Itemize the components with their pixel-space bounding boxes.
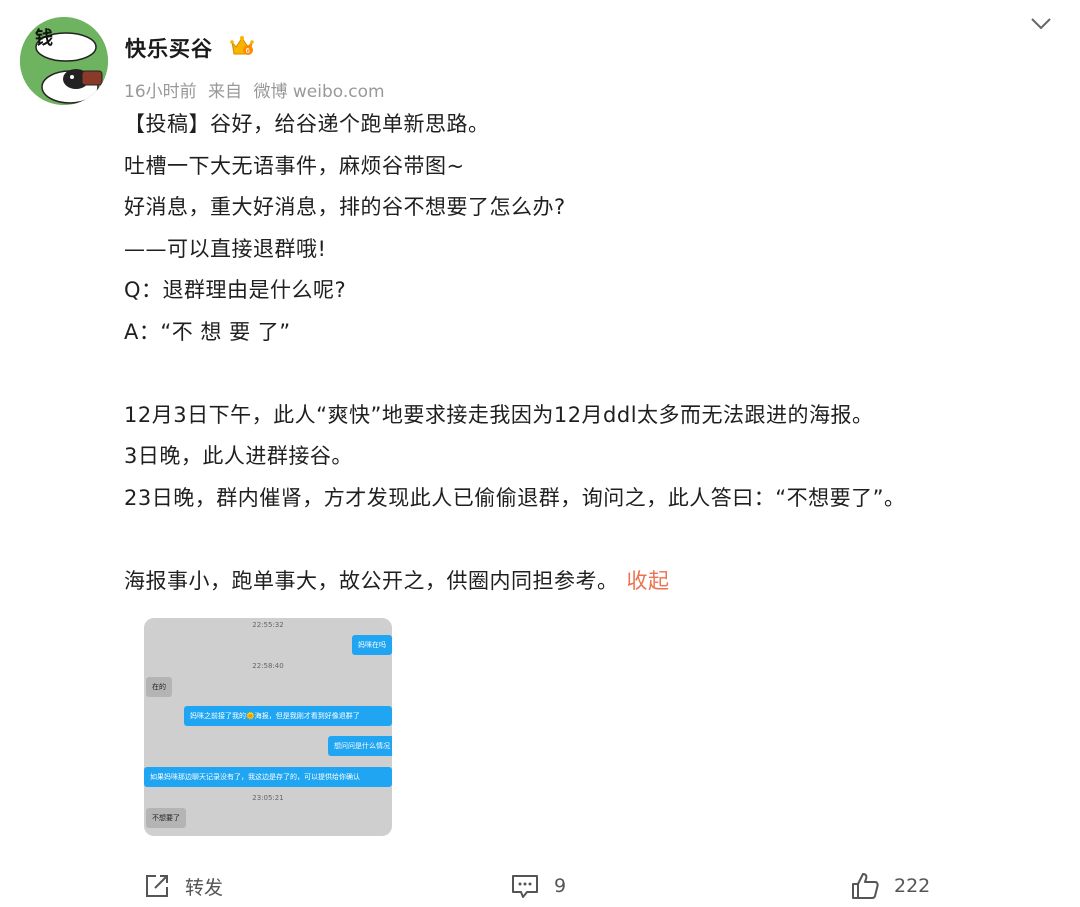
- comment-icon: [512, 875, 538, 898]
- post-time[interactable]: 16小时前: [124, 82, 197, 102]
- chat-timestamp: 22:55:32: [252, 621, 284, 629]
- content-line: 23日晚，群内催肾，方才发现此人已偷偷退群，询问之，此人答曰：“不想要了”。: [124, 485, 906, 510]
- author-name[interactable]: 快乐买谷: [125, 33, 213, 63]
- chat-bubble-sent: 想问问是什么情况: [328, 736, 392, 756]
- chat-bubble-received: 不想要了: [146, 808, 186, 828]
- post-meta: 16小时前 来自 微博 weibo.com: [124, 77, 391, 102]
- repost-icon: [146, 875, 168, 897]
- chat-timestamp: 23:05:21: [252, 794, 284, 802]
- content-line: 海报事小，跑单事大，故公开之，供圈内同担参考。: [124, 568, 619, 593]
- collapse-link[interactable]: 收起: [627, 569, 670, 593]
- content-line-last: 海报事小，跑单事大，故公开之，供圈内同担参考。 收起: [124, 561, 1054, 603]
- post-source: 微博 weibo.com: [253, 82, 385, 102]
- avatar[interactable]: 钱: [20, 17, 108, 105]
- chat-timestamp: 22:58:40: [252, 662, 284, 670]
- thumbs-up-icon: [852, 873, 879, 899]
- like-button[interactable]: 222: [850, 870, 930, 902]
- post-image-chat-screenshot[interactable]: 22:55:32 妈咪在吗 22:58:40 在的 妈咪之前接了我的🌞海报，但是…: [144, 618, 392, 836]
- chevron-down-icon[interactable]: [1028, 12, 1054, 34]
- crown-vip-icon: 6: [230, 36, 254, 55]
- post-content: 【投稿】谷好，给谷递个跑单新思路。 吐槽一下大无语事件，麻烦谷带图~ 好消息，重…: [124, 104, 1054, 602]
- like-count: 222: [894, 875, 931, 897]
- repost-label: 转发: [185, 876, 224, 899]
- chat-bubble-received: 在的: [146, 677, 172, 697]
- post-source-prefix: 来自: [208, 82, 243, 102]
- chat-bubble-sent: 妈咪之前接了我的🌞海报，但是我刚才看到好像退群了: [184, 706, 392, 726]
- chat-bubble-sent: 如果妈咪那边聊天记录没有了，我这边是存了的，可以提供给你确认: [144, 767, 392, 787]
- content-line: 3日晚，此人进群接谷。: [124, 444, 353, 468]
- content-line: 好消息，重大好消息，排的谷不想要了怎么办?: [124, 195, 566, 219]
- content-blank-line: [124, 353, 1054, 395]
- comment-count: 9: [554, 875, 567, 897]
- content-line: 【投稿】谷好，给谷递个跑单新思路。: [124, 112, 490, 136]
- content-line: A：“不 想 要 了”: [124, 319, 291, 344]
- content-line: 12月3日下午，此人“爽快”地要求接走我因为12月ddl太多而无法跟进的海报。: [124, 402, 874, 427]
- weibo-post: 钱 快乐买谷 6 16小时前 来自 微博 weibo.com 【投稿】谷好，给谷…: [0, 0, 1080, 907]
- svg-text:6: 6: [246, 47, 251, 55]
- chat-bubble-sent: 妈咪在吗: [352, 635, 392, 655]
- repost-button[interactable]: 转发: [143, 870, 223, 902]
- comment-button[interactable]: 9: [510, 870, 566, 902]
- content-line: 吐槽一下大无语事件，麻烦谷带图~: [124, 153, 465, 178]
- content-line: Q：退群理由是什么呢?: [124, 278, 347, 302]
- avatar-text: 钱: [35, 27, 53, 49]
- content-line: ——可以直接退群哦!: [124, 236, 327, 261]
- content-blank-line: [124, 519, 1054, 561]
